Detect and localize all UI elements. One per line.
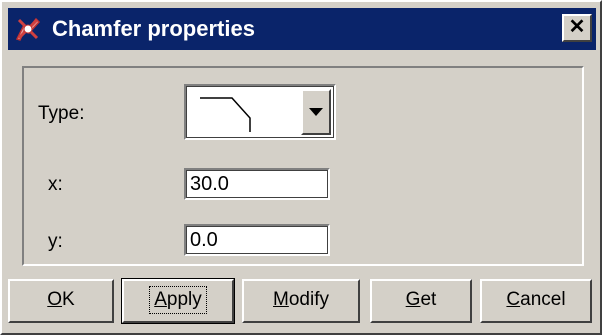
apply-button[interactable]: Apply [121,278,235,324]
x-field[interactable] [184,168,330,200]
get-button[interactable]: Get [370,279,472,323]
apply-accel: A [154,289,167,310]
window-title: Chamfer properties [52,16,255,41]
close-button[interactable]: ✕ [562,14,592,42]
dropdown-arrow-button[interactable] [301,89,331,135]
get-label: et [420,289,437,310]
ok-button[interactable]: OK [8,279,114,323]
y-field[interactable] [184,224,330,256]
x-label: x: [48,174,63,195]
cancel-label: ancel [520,289,566,310]
chevron-down-icon [309,108,323,116]
type-dropdown[interactable] [184,84,336,140]
ok-accel: O [47,289,63,310]
cancel-button[interactable]: Cancel [480,279,592,323]
apply-label: pply [166,289,202,310]
apply-focus: Apply [149,286,207,314]
modify-accel: M [273,289,289,310]
type-label: Type: [38,103,85,124]
ok-label: K [62,289,75,310]
modify-label: odify [288,289,329,310]
modify-button[interactable]: Modify [242,279,360,323]
title-bar[interactable]: Chamfer properties ✕ [8,8,596,50]
app-icon [15,17,41,41]
get-accel: G [405,289,421,310]
cancel-accel: C [506,289,521,310]
close-icon: ✕ [568,16,586,38]
chamfer-profile-icon [200,97,251,132]
chamfer-properties-dialog: Chamfer properties ✕ Type: x: y: OK Appl… [0,0,602,335]
y-label: y: [48,231,63,252]
